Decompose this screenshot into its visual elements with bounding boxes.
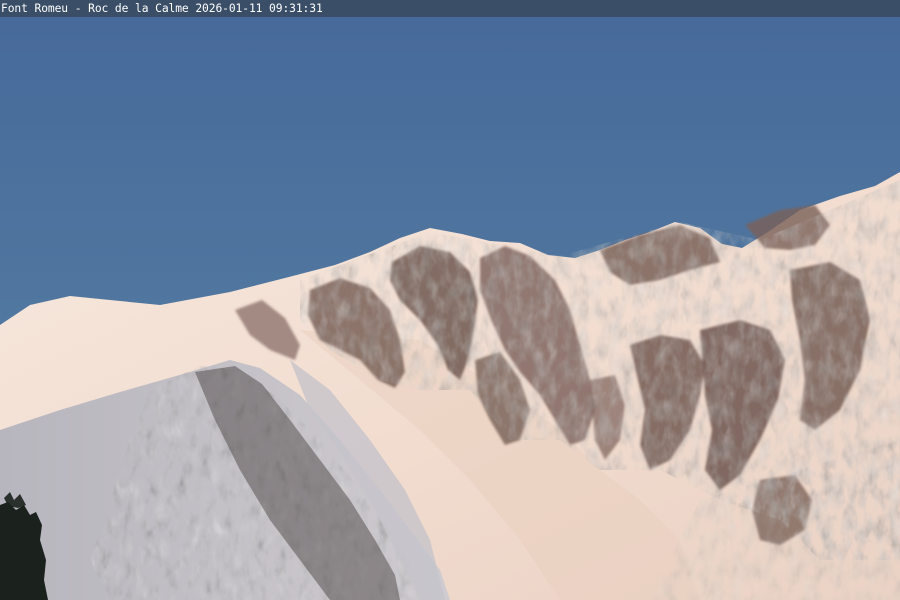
caption-bar: Font Romeu - Roc de la Calme 2026-01-11 … <box>0 0 900 17</box>
webcam-view: Font Romeu - Roc de la Calme 2026-01-11 … <box>0 0 900 600</box>
mountain-scene-image <box>0 0 900 600</box>
caption-text: Font Romeu - Roc de la Calme 2026-01-11 … <box>1 2 323 15</box>
